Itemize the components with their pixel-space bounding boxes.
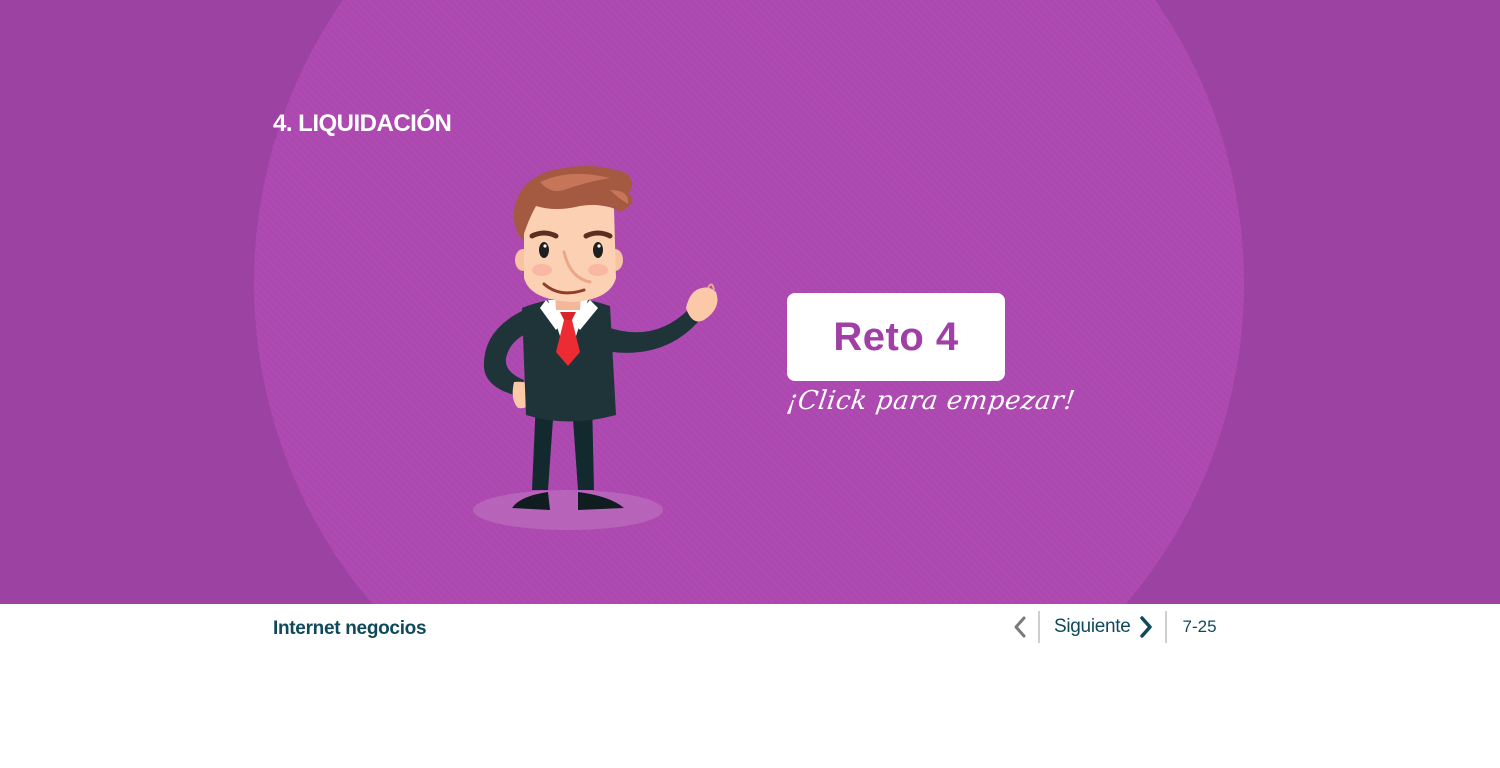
spotlight-circle [254,0,1244,604]
footer-brand: Internet negocios [273,618,427,639]
section-title: 4. LIQUIDACIÓN [273,110,452,137]
click-to-start-hint: ¡Click para empezar! [784,386,1078,416]
next-button-label: Siguiente [1054,616,1131,637]
next-button[interactable]: Siguiente [1040,611,1165,643]
footer-bar: Internet negocios Siguiente 7-25 [0,604,1500,768]
chevron-left-icon [1014,616,1026,638]
page-indicator: 7-25 [1182,617,1217,636]
slide-stage: 4. LIQUIDACIÓN Reto 4 ¡Click para empeza… [0,0,1500,604]
businessman-illustration [473,166,718,530]
previous-button[interactable] [1002,611,1038,643]
slide-navigation: Siguiente 7-25 [1002,611,1217,643]
chevron-right-icon [1139,616,1152,638]
start-challenge-button[interactable]: Reto 4 [787,293,1005,381]
